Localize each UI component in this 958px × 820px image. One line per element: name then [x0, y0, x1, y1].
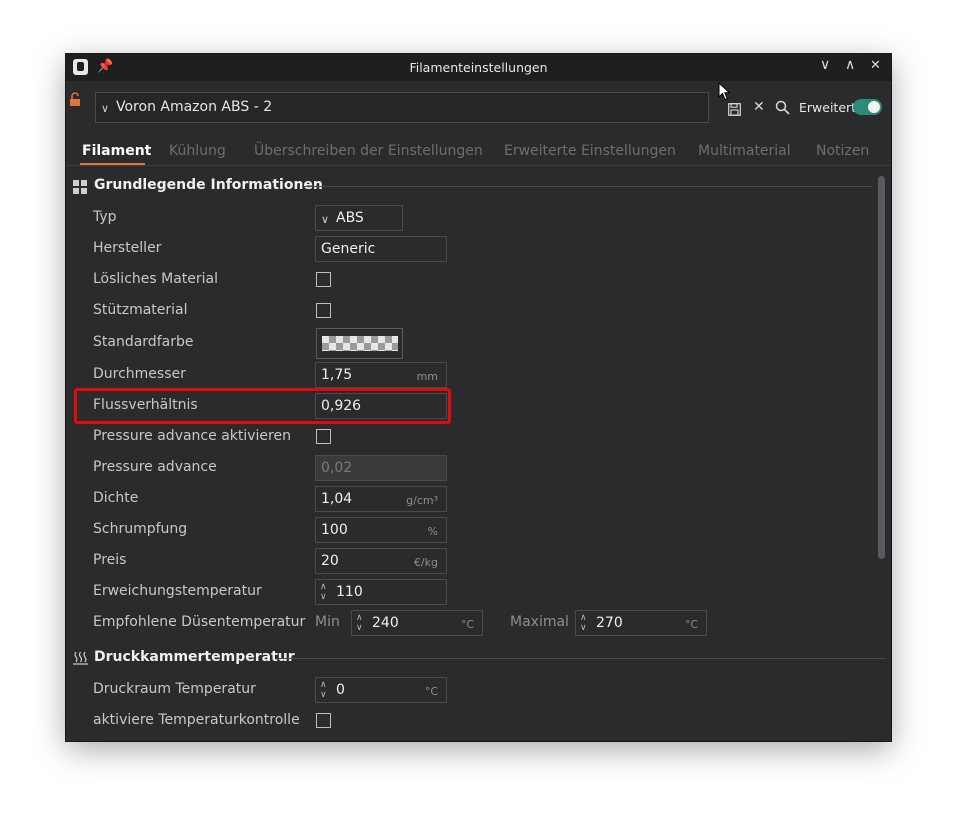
- softening-temp-value: 110: [336, 584, 363, 600]
- toggle-knob: [868, 101, 880, 113]
- label-nozzle-temp: Empfohlene Düsentemperatur: [93, 614, 306, 630]
- softening-temp-spinner[interactable]: ∧ ∨ 110: [315, 579, 447, 605]
- preset-select[interactable]: ∨ Voron Amazon ABS - 2: [95, 92, 709, 123]
- mode-label: Erweitert: [799, 100, 857, 115]
- label-chamber-temp: Druckraum Temperatur: [93, 681, 256, 697]
- pa-value: 0,02: [321, 460, 353, 476]
- highlight-box: [74, 388, 451, 424]
- nozzle-min-value: 240: [372, 615, 399, 631]
- type-value: ABS: [336, 210, 364, 226]
- title-bar: 📌 Filamenteinstellungen ∨ ∧ ✕: [66, 54, 891, 81]
- label-temp-control: aktiviere Temperaturkontrolle: [93, 712, 300, 728]
- soluble-checkbox[interactable]: [316, 272, 331, 287]
- pa-enable-checkbox[interactable]: [316, 429, 331, 444]
- nozzle-min-unit: °C: [460, 618, 474, 631]
- heat-icon: [73, 650, 88, 665]
- minimize-icon[interactable]: ∨: [820, 57, 830, 73]
- label-min: Min: [315, 614, 340, 630]
- support-checkbox[interactable]: [316, 303, 331, 318]
- diameter-unit: mm: [416, 370, 438, 383]
- mouse-cursor-icon: [718, 81, 732, 102]
- tab-notes[interactable]: Notizen: [816, 143, 869, 159]
- chevron-down-icon: ∨: [321, 213, 330, 226]
- tab-multimaterial[interactable]: Multimaterial: [698, 143, 791, 159]
- spin-arrows-icon[interactable]: ∧ ∨: [320, 582, 330, 602]
- nozzle-min-spinner[interactable]: ∧ ∨ 240 °C: [351, 610, 483, 636]
- preset-name: Voron Amazon ABS - 2: [116, 99, 273, 115]
- chevron-down-icon: ∨: [101, 102, 110, 115]
- grid-icon: [73, 179, 87, 194]
- delete-preset-icon[interactable]: ✕: [753, 99, 765, 115]
- price-value: 20: [321, 553, 339, 569]
- section-divider: [278, 658, 886, 659]
- search-icon[interactable]: [775, 100, 790, 115]
- density-unit: g/cm³: [406, 494, 438, 507]
- label-support: Stützmaterial: [93, 302, 188, 318]
- label-soluble: Lösliches Material: [93, 271, 218, 287]
- label-softening-temp: Erweichungstemperatur: [93, 583, 262, 599]
- label-shrinkage: Schrumpfung: [93, 521, 188, 537]
- chamber-temp-value: 0: [336, 682, 345, 698]
- diameter-field[interactable]: 1,75 mm: [315, 362, 447, 388]
- shrinkage-unit: %: [427, 525, 438, 538]
- chamber-temp-unit: °C: [424, 685, 438, 698]
- color-swatch: [322, 336, 398, 351]
- tabs-divider: [66, 165, 891, 166]
- window-title: Filamenteinstellungen: [409, 60, 548, 75]
- label-diameter: Durchmesser: [93, 366, 186, 382]
- nozzle-max-spinner[interactable]: ∧ ∨ 270 °C: [575, 610, 707, 636]
- pa-field[interactable]: 0,02: [315, 455, 447, 481]
- section-divider: [302, 186, 872, 187]
- diameter-value: 1,75: [321, 367, 353, 383]
- unlock-icon[interactable]: [69, 92, 81, 108]
- nozzle-max-value: 270: [596, 615, 623, 631]
- vendor-value: Generic: [321, 241, 376, 257]
- tab-advanced[interactable]: Erweiterte Einstellungen: [504, 143, 676, 159]
- label-density: Dichte: [93, 490, 139, 506]
- spin-arrows-icon[interactable]: ∧ ∨: [320, 680, 330, 700]
- nozzle-max-unit: °C: [684, 618, 698, 631]
- label-price: Preis: [93, 552, 127, 568]
- density-field[interactable]: 1,04 g/cm³: [315, 486, 447, 512]
- density-value: 1,04: [321, 491, 353, 507]
- section-title-chamber: Druckkammertemperatur: [94, 649, 295, 665]
- chamber-temp-spinner[interactable]: ∧ ∨ 0 °C: [315, 677, 447, 703]
- label-pa-enable: Pressure advance aktivieren: [93, 428, 291, 444]
- label-type: Typ: [93, 209, 117, 225]
- spin-arrows-icon[interactable]: ∧ ∨: [580, 613, 590, 633]
- shrinkage-value: 100: [321, 522, 348, 538]
- section-title-basic: Grundlegende Informationen: [94, 177, 323, 193]
- label-color: Standardfarbe: [93, 334, 194, 350]
- price-unit: €/kg: [413, 556, 438, 569]
- temp-control-checkbox[interactable]: [316, 713, 331, 728]
- price-field[interactable]: 20 €/kg: [315, 548, 447, 574]
- shrinkage-field[interactable]: 100 %: [315, 517, 447, 543]
- scrollbar-thumb[interactable]: [878, 176, 885, 559]
- maximize-icon[interactable]: ∧: [845, 57, 855, 73]
- save-icon[interactable]: [728, 101, 741, 116]
- label-vendor: Hersteller: [93, 240, 162, 256]
- tab-setting-overrides[interactable]: Überschreiben der Einstellungen: [254, 143, 483, 159]
- color-picker-button[interactable]: [316, 328, 403, 359]
- label-max: Maximal: [510, 614, 569, 630]
- tab-cooling[interactable]: Kühlung: [169, 143, 226, 159]
- filament-settings-window: 📌 Filamenteinstellungen ∨ ∧ ✕ ∨ Voron Am…: [66, 54, 891, 741]
- advanced-mode-toggle[interactable]: [853, 99, 882, 115]
- tab-filament[interactable]: Filament: [82, 143, 151, 159]
- spin-arrows-icon[interactable]: ∧ ∨: [356, 613, 366, 633]
- type-select[interactable]: ∨ ABS: [315, 205, 403, 231]
- label-pa: Pressure advance: [93, 459, 217, 475]
- vendor-field[interactable]: Generic: [315, 236, 447, 262]
- close-window-icon[interactable]: ✕: [870, 58, 881, 73]
